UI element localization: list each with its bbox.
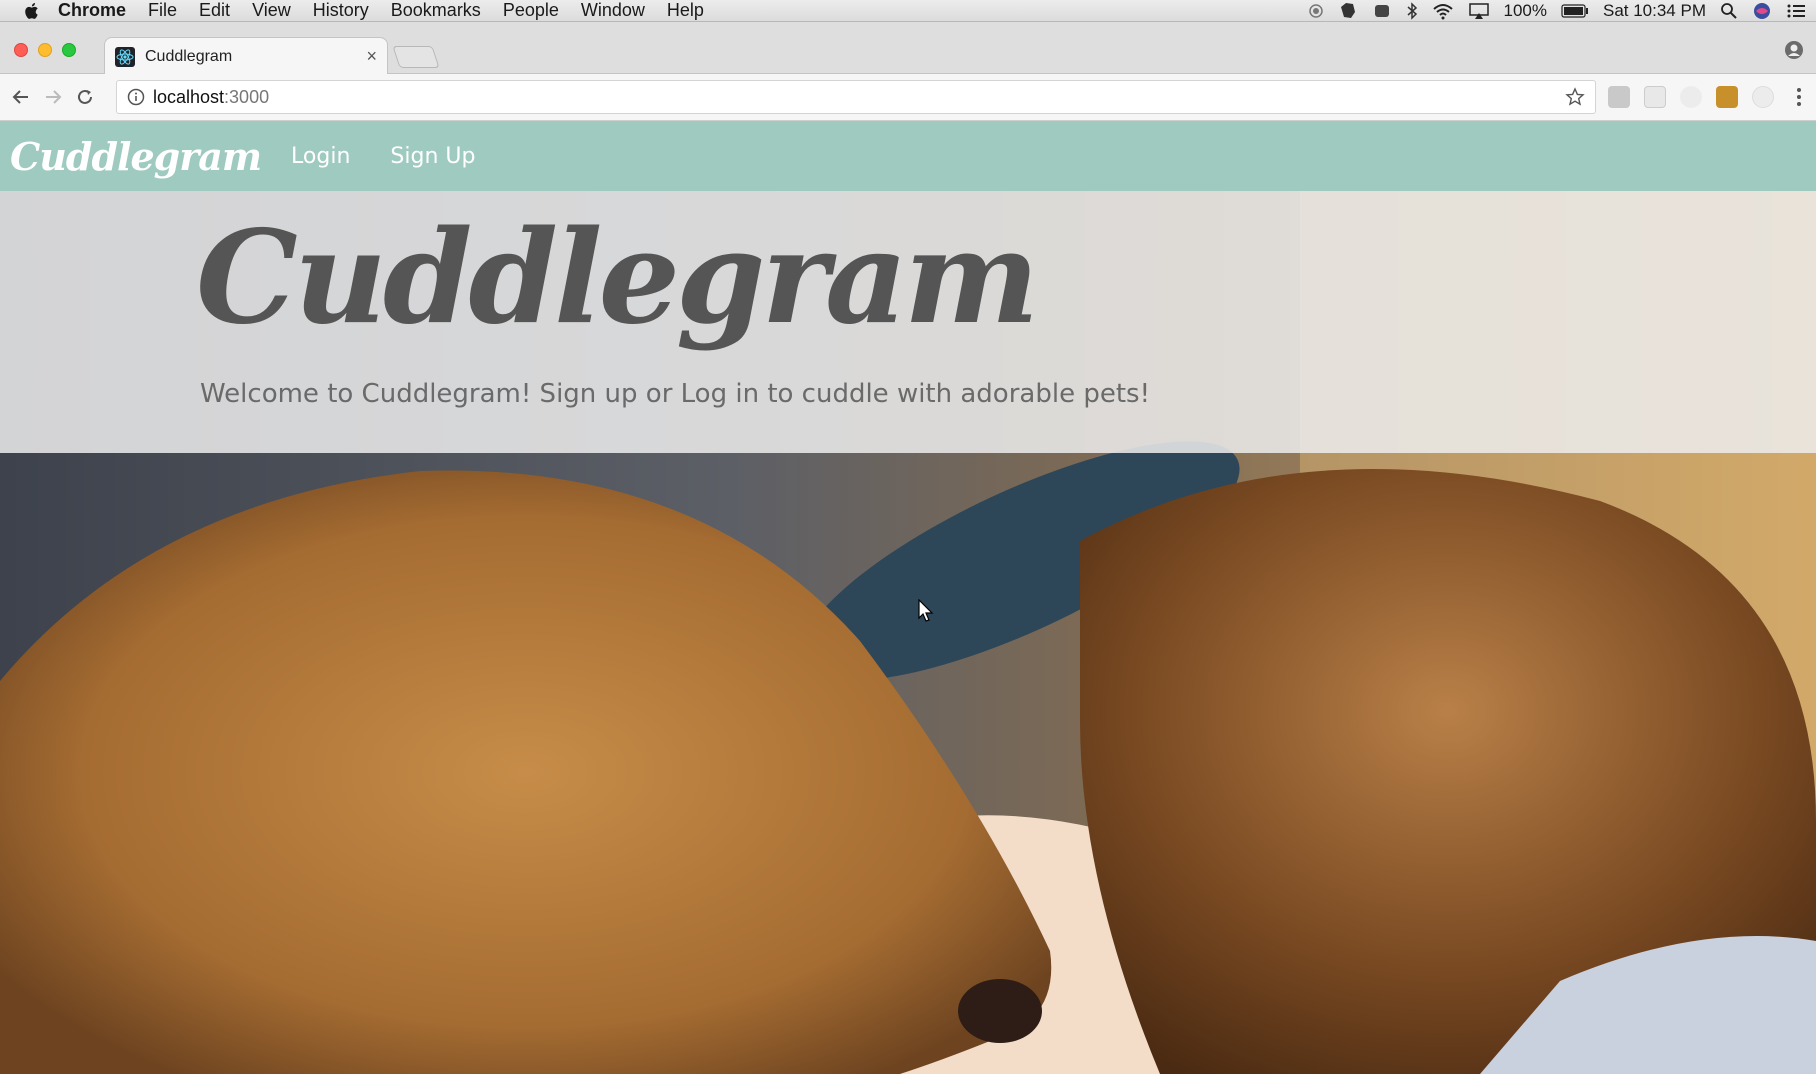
info-icon[interactable] bbox=[127, 88, 145, 106]
bluetooth-icon[interactable] bbox=[1406, 1, 1418, 20]
new-tab-button[interactable] bbox=[392, 46, 440, 68]
profile-icon[interactable] bbox=[1784, 40, 1804, 60]
hero-subtitle: Welcome to Cuddlegram! Sign up or Log in… bbox=[200, 379, 1150, 409]
menu-window[interactable]: Window bbox=[581, 0, 645, 21]
window-zoom-button[interactable] bbox=[62, 43, 76, 57]
siri-icon[interactable] bbox=[1752, 1, 1772, 21]
tab-close-icon[interactable]: × bbox=[366, 46, 377, 67]
app-navbar: Cuddlegram Login Sign Up bbox=[0, 121, 1816, 191]
macos-menu-bar: Chrome File Edit View History Bookmarks … bbox=[0, 0, 1816, 22]
window-close-button[interactable] bbox=[14, 43, 28, 57]
menu-app-chrome[interactable]: Chrome bbox=[58, 0, 126, 21]
page-viewport: Cuddlegram Login Sign Up Cuddlegram Welc… bbox=[0, 121, 1816, 1074]
mouse-cursor-icon bbox=[918, 599, 934, 622]
reload-icon[interactable] bbox=[74, 86, 96, 108]
spotlight-search-icon[interactable] bbox=[1720, 2, 1738, 20]
battery-percent[interactable]: 100% bbox=[1504, 1, 1547, 21]
extension-4-icon[interactable] bbox=[1716, 86, 1738, 108]
chrome-menu-icon[interactable] bbox=[1788, 86, 1810, 108]
menu-history[interactable]: History bbox=[313, 0, 369, 21]
airplay-icon[interactable] bbox=[1468, 2, 1490, 20]
url-port: :3000 bbox=[224, 86, 270, 107]
extension-5-icon[interactable] bbox=[1752, 86, 1774, 108]
evernote-icon[interactable] bbox=[1338, 2, 1358, 20]
apple-icon[interactable] bbox=[22, 1, 42, 21]
react-favicon-icon bbox=[115, 46, 135, 67]
browser-toolbar: localhost:3000 bbox=[0, 74, 1816, 121]
onedrive-icon[interactable] bbox=[1372, 2, 1392, 20]
clock[interactable]: Sat 10:34 PM bbox=[1603, 1, 1706, 21]
extension-3-icon[interactable] bbox=[1680, 86, 1702, 108]
hero-jumbotron: Cuddlegram Welcome to Cuddlegram! Sign u… bbox=[0, 191, 1816, 453]
tab-title: Cuddlegram bbox=[145, 47, 233, 65]
browser-tab-active[interactable]: Cuddlegram × bbox=[104, 37, 388, 75]
brand-logo[interactable]: Cuddlegram bbox=[10, 134, 262, 179]
menu-bookmarks[interactable]: Bookmarks bbox=[391, 0, 481, 21]
url-host: localhost bbox=[153, 86, 225, 107]
notification-center-icon[interactable] bbox=[1786, 3, 1806, 19]
address-bar[interactable]: localhost:3000 bbox=[116, 80, 1596, 114]
menu-file[interactable]: File bbox=[148, 0, 177, 21]
hero-title: Cuddlegram bbox=[196, 203, 1039, 353]
menu-edit[interactable]: Edit bbox=[199, 0, 230, 21]
menu-people[interactable]: People bbox=[503, 0, 559, 21]
extension-1-icon[interactable] bbox=[1608, 86, 1630, 108]
extension-json-icon[interactable] bbox=[1644, 86, 1666, 108]
window-minimize-button[interactable] bbox=[38, 43, 52, 57]
menu-help[interactable]: Help bbox=[667, 0, 704, 21]
menu-view[interactable]: View bbox=[252, 0, 291, 21]
battery-icon[interactable] bbox=[1561, 3, 1589, 18]
back-icon[interactable] bbox=[10, 86, 32, 108]
nav-signup-link[interactable]: Sign Up bbox=[390, 144, 475, 169]
bookmark-star-icon[interactable] bbox=[1565, 87, 1585, 107]
nav-login-link[interactable]: Login bbox=[291, 144, 350, 169]
screen-record-icon[interactable] bbox=[1308, 3, 1324, 19]
wifi-icon[interactable] bbox=[1432, 2, 1454, 20]
forward-icon[interactable] bbox=[42, 86, 64, 108]
